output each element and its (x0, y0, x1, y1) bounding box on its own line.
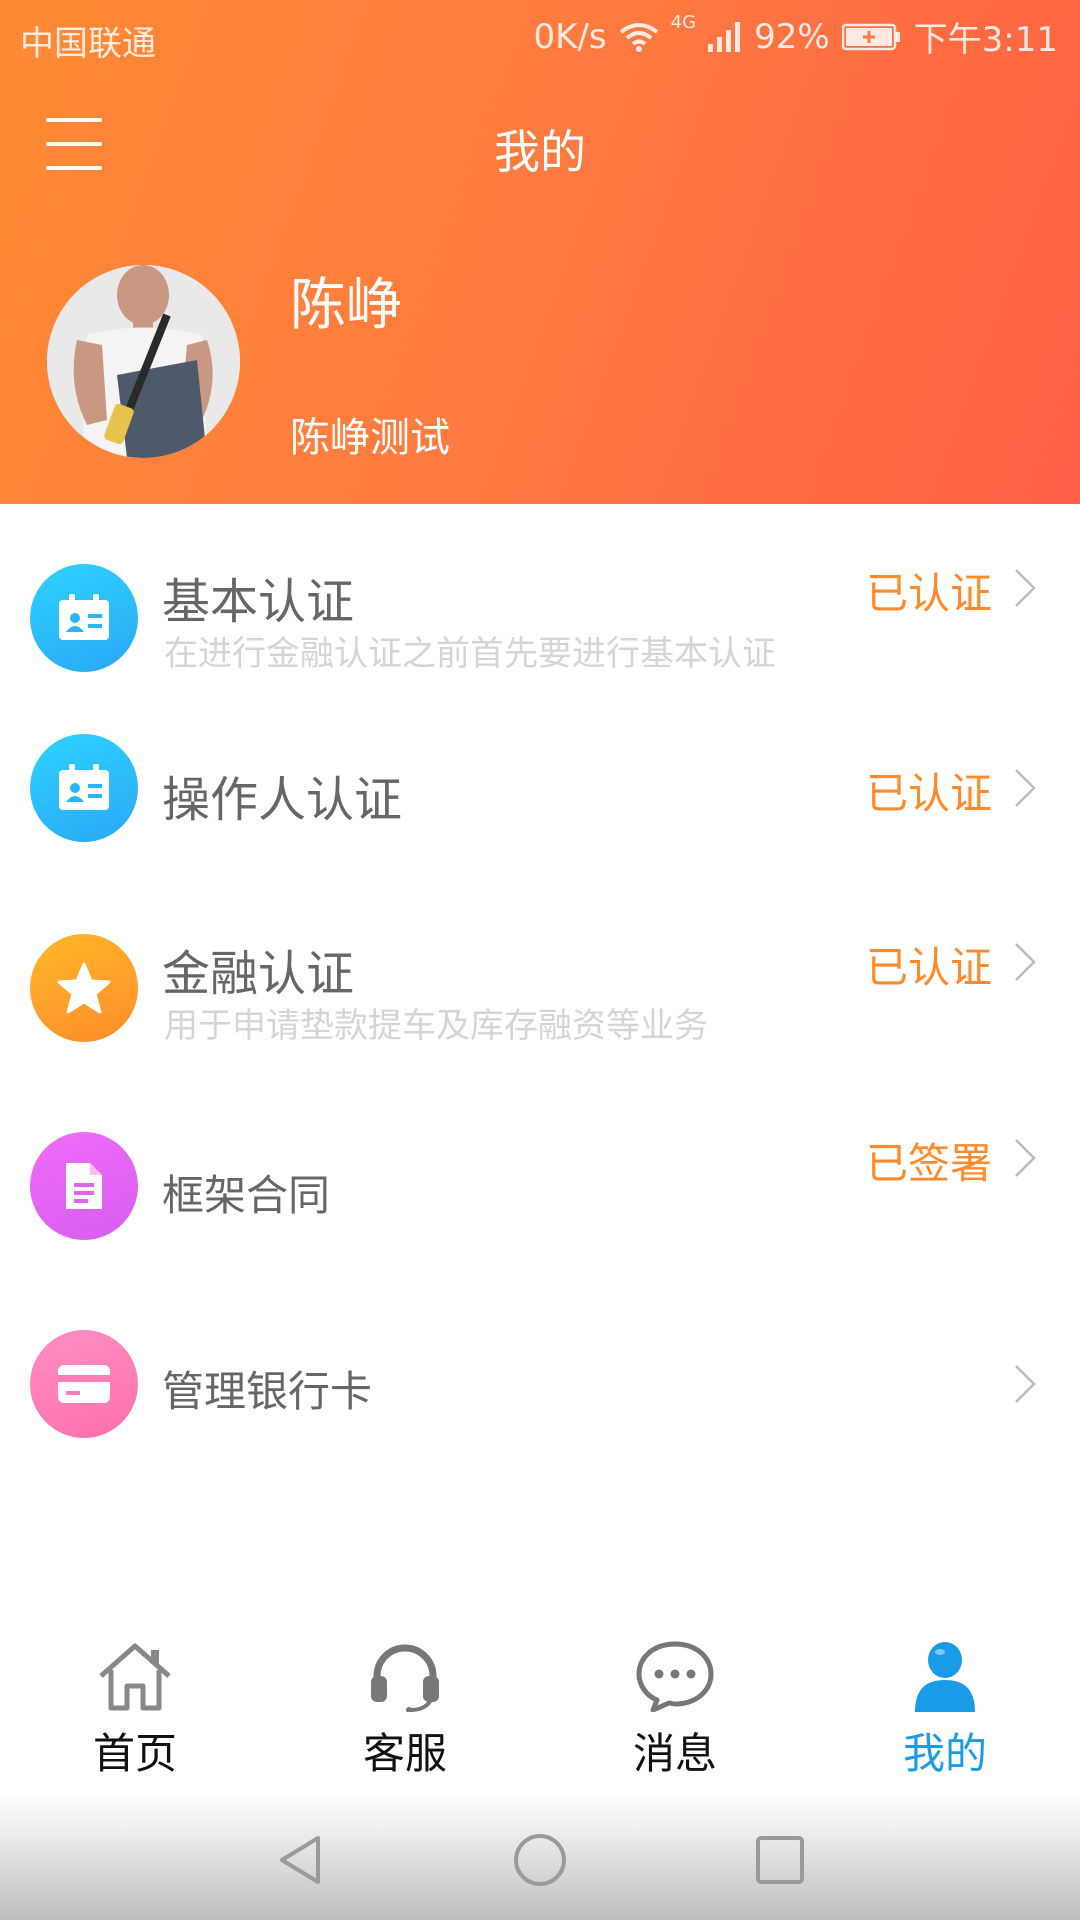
signal-icon (708, 21, 741, 52)
status-badge: 已认证 (865, 943, 992, 992)
chat-bubble-icon (636, 1641, 714, 1712)
status-badge: 已认证 (865, 769, 992, 818)
status-bar: 中国联通 0K/s 4G 92% 下午3:11 (0, 0, 1080, 76)
recent-apps-icon[interactable] (750, 1830, 810, 1890)
battery-percent-label: 92% (754, 16, 830, 57)
tab-label: 客服 (362, 1729, 447, 1778)
bank-card-icon (30, 1330, 138, 1438)
tab-mine[interactable]: 我的 (810, 1622, 1080, 1790)
tab-label: 首页 (92, 1729, 177, 1778)
status-indicators: 0K/s 4G 92% 下午3:11 (534, 12, 1058, 61)
avatar[interactable] (47, 265, 240, 458)
chevron-right-icon (1015, 1365, 1036, 1403)
list-item-title: 基本认证 (162, 574, 355, 630)
list-item-title: 操作人认证 (162, 772, 403, 828)
document-icon (30, 1132, 138, 1240)
chevron-right-icon (1015, 769, 1036, 807)
list-item-description: 在进行金融认证之前首先要进行基本认证 (164, 634, 776, 674)
system-navigation-bar (0, 1790, 1080, 1920)
star-icon (30, 934, 138, 1042)
back-icon[interactable] (270, 1830, 330, 1890)
chevron-right-icon (1015, 943, 1036, 981)
id-card-icon (30, 564, 138, 672)
chevron-right-icon (1015, 1139, 1036, 1177)
headset-icon (371, 1644, 439, 1712)
list-item-description: 用于申请垫款提车及库存融资等业务 (164, 1006, 708, 1046)
chevron-right-icon (1015, 569, 1036, 607)
home-button-icon[interactable] (510, 1830, 570, 1890)
list-item-title: 金融认证 (162, 946, 355, 1002)
list-item-basic-auth[interactable]: 基本认证 在进行金融认证之前首先要进行基本认证 已认证 (0, 504, 1080, 694)
tab-messages[interactable]: 消息 (540, 1622, 810, 1790)
tab-home[interactable]: 首页 (0, 1622, 270, 1790)
list-item-operator-auth[interactable]: 操作人认证 已认证 (0, 684, 1080, 874)
tab-customer-service[interactable]: 客服 (270, 1622, 540, 1790)
status-badge: 已签署 (865, 1139, 992, 1188)
home-icon (99, 1643, 171, 1711)
carrier-label: 中国联通 (20, 24, 156, 64)
page-title: 我的 (494, 125, 586, 179)
user-icon (915, 1642, 975, 1712)
battery-icon (841, 23, 900, 50)
profile-header: 中国联通 0K/s 4G 92% 下午3:11 我的 陈峥 陈峥测试 (0, 0, 1080, 504)
status-badge: 已认证 (865, 569, 992, 618)
bottom-tab-bar: 首页 客服 消息 我的 (0, 1622, 1080, 1790)
tab-label: 我的 (902, 1729, 987, 1778)
list-item-finance-auth[interactable]: 金融认证 用于申请垫款提车及库存融资等业务 已认证 (0, 880, 1080, 1070)
net-speed-label: 0K/s (533, 16, 607, 57)
id-card-icon (30, 734, 138, 842)
list-item-framework-contract[interactable]: 框架合同 已签署 (0, 1076, 1080, 1266)
list-item-bank-card[interactable]: 管理银行卡 (0, 1274, 1080, 1464)
wifi-icon (619, 22, 658, 52)
user-subtitle: 陈峥测试 (290, 415, 450, 461)
tab-label: 消息 (632, 1729, 717, 1778)
clock-label: 下午3:11 (913, 20, 1058, 60)
list-item-title: 框架合同 (162, 1171, 331, 1220)
list-item-title: 管理银行卡 (162, 1367, 373, 1416)
user-name: 陈峥 (290, 273, 402, 338)
network-type-label: 4G (670, 12, 697, 33)
nav-bar: 我的 (0, 90, 1080, 200)
